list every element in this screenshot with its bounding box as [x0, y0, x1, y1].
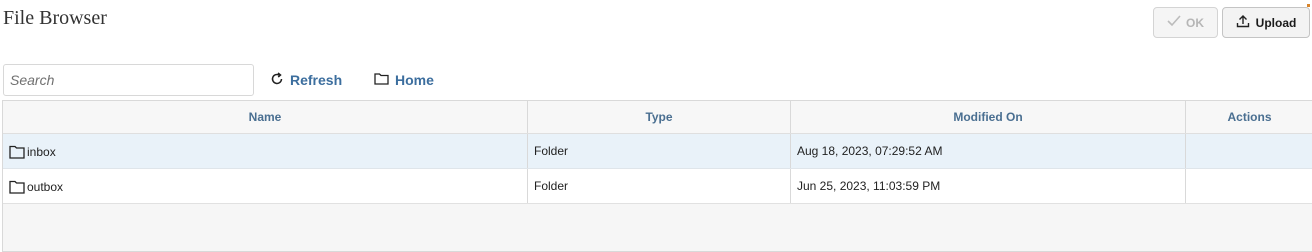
home-label: Home	[395, 72, 434, 88]
name-cell: outbox	[3, 169, 528, 203]
refresh-icon	[270, 71, 284, 89]
type-cell: Folder	[528, 134, 791, 168]
ok-button[interactable]: OK	[1153, 7, 1218, 38]
column-header-name[interactable]: Name	[3, 101, 528, 133]
refresh-label: Refresh	[290, 72, 343, 88]
modified-cell: Jun 25, 2023, 11:03:59 PM	[791, 169, 1186, 203]
column-header-actions: Actions	[1227, 110, 1272, 124]
table-row[interactable]: inbox Folder Aug 18, 2023, 07:29:52 AM	[3, 134, 1312, 169]
column-header-type[interactable]: Type	[528, 101, 791, 133]
table-header-row: Name Type Modified On Actions	[3, 101, 1312, 134]
upload-button-label: Upload	[1255, 15, 1297, 30]
actions-cell	[1186, 134, 1312, 168]
home-button[interactable]: Home	[374, 70, 434, 90]
folder-icon	[374, 72, 389, 88]
refresh-button[interactable]: Refresh	[270, 70, 342, 90]
name-cell: inbox	[3, 134, 528, 168]
upload-button[interactable]: Upload	[1222, 7, 1310, 38]
modified-cell: Aug 18, 2023, 07:29:52 AM	[791, 134, 1186, 168]
file-name[interactable]: inbox	[27, 145, 56, 159]
checkmark-icon	[1167, 15, 1181, 30]
column-header-modified-on[interactable]: Modified On	[791, 101, 1186, 133]
actions-cell	[1186, 169, 1312, 203]
file-name[interactable]: outbox	[27, 180, 63, 194]
type-cell: Folder	[528, 169, 791, 203]
table-row[interactable]: outbox Folder Jun 25, 2023, 11:03:59 PM	[3, 169, 1312, 204]
file-table: Name Type Modified On Actions inbox Fold…	[2, 100, 1312, 252]
upload-icon	[1236, 14, 1250, 31]
corner-accent	[1307, 4, 1310, 7]
ok-button-label: OK	[1186, 15, 1204, 30]
folder-icon	[9, 145, 25, 159]
search-input[interactable]	[3, 64, 254, 96]
page-title: File Browser	[3, 7, 107, 29]
folder-icon	[9, 180, 25, 194]
file-browser-dialog: File Browser OK Upload Refresh Home Name…	[0, 0, 1312, 252]
